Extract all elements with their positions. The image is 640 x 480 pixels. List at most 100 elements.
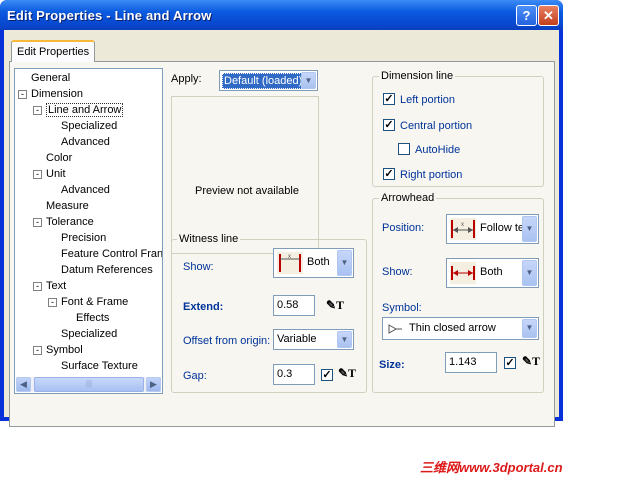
position-value: Follow te	[480, 222, 525, 234]
chevron-down-icon[interactable]: ▼	[522, 260, 537, 286]
tree-item[interactable]: Advanced	[61, 183, 110, 198]
arrowhead-group: Arrowhead Position: x Follow te ▼ Show:	[372, 192, 544, 393]
tree-item-label: Precision	[61, 232, 107, 244]
tree-expander-icon[interactable]: -	[33, 282, 42, 291]
tree-item-label: Advanced	[61, 136, 110, 148]
position-select[interactable]: x Follow te ▼	[446, 214, 539, 244]
tree-expander-icon[interactable]: -	[33, 170, 42, 179]
window-title: Edit Properties - Line and Arrow	[7, 8, 212, 23]
tree-item[interactable]: Unit	[46, 167, 66, 182]
tree-item[interactable]: Symbol	[46, 343, 83, 358]
tree-item[interactable]: Specialized	[61, 327, 117, 342]
watermark: 三维网www.3dportal.cn	[420, 460, 563, 475]
tree-expander-icon[interactable]: -	[33, 218, 42, 227]
tree-expander-icon[interactable]: -	[33, 346, 42, 355]
chevron-down-icon[interactable]: ▼	[337, 250, 352, 276]
chevron-down-icon[interactable]: ▼	[522, 216, 537, 242]
offset-value: Variable	[277, 333, 317, 345]
tree-item[interactable]: Datum References	[61, 263, 153, 278]
tree-item[interactable]: Font & Frame	[61, 295, 128, 310]
apply-label: Apply:	[171, 73, 202, 85]
witness-both-icon: x	[277, 252, 303, 274]
right-portion-checkbox[interactable]: ✓	[383, 168, 395, 180]
dialog-client: Edit Properties General - Dimension - Line a…	[4, 30, 559, 427]
dimension-line-title: Dimension line	[379, 70, 456, 82]
tree-item-label: Dimension	[31, 88, 83, 100]
category-tree[interactable]: General - Dimension - Line and Arrow Speciali…	[14, 68, 163, 394]
tree-item[interactable]: Surface Texture	[61, 359, 138, 374]
left-portion-checkbox[interactable]: ✓	[383, 93, 395, 105]
dimension-line-group: Dimension line ✓ Left portion ✓ Central …	[372, 70, 544, 187]
tree-item-label: Specialized	[61, 328, 118, 340]
tree-item-label: Font & Frame	[61, 296, 129, 308]
tree-item-label: Feature Control Fran	[61, 248, 163, 260]
dialog-window: Edit Properties - Line and Arrow ? ✕ Edi…	[0, 0, 563, 427]
witness-show-value: Both	[307, 256, 330, 268]
arrow-both-icon	[450, 262, 476, 284]
tree-item[interactable]: Feature Control Fran	[61, 247, 163, 262]
gap-input[interactable]: 0.3	[273, 364, 315, 385]
tree-expander-icon[interactable]: -	[48, 298, 57, 307]
tree-item[interactable]: Measure	[46, 199, 89, 214]
autohide-label[interactable]: AutoHide	[415, 144, 460, 156]
tree-item-label: Specialized	[61, 120, 118, 132]
arrow-show-select[interactable]: Both ▼	[446, 258, 539, 288]
central-portion-checkbox[interactable]: ✓	[383, 119, 395, 131]
size-input[interactable]: 1.143	[445, 352, 497, 373]
chevron-down-icon[interactable]: ▼	[301, 72, 316, 89]
symbol-select[interactable]: Thin closed arrow ▼	[382, 317, 539, 340]
tree-item[interactable]: General	[31, 71, 70, 86]
symbol-label: Symbol:	[382, 302, 422, 314]
tree-item[interactable]: Tolerance	[46, 215, 94, 230]
size-label: Size:	[379, 359, 405, 371]
preview-panel: Preview not available	[171, 96, 319, 254]
text-tool-icon[interactable]: ✎T	[522, 354, 540, 369]
extend-label: Extend:	[183, 301, 224, 313]
text-tool-icon[interactable]: ✎T	[326, 298, 344, 313]
scroll-right-icon[interactable]: ▶	[146, 377, 161, 392]
tree-expander-icon[interactable]: -	[33, 106, 42, 115]
witness-show-label: Show:	[183, 261, 214, 273]
help-button[interactable]: ?	[516, 5, 537, 26]
tree-item-label: Line and Arrow	[46, 103, 124, 117]
tree-item[interactable]: Dimension	[31, 87, 83, 102]
witness-line-group: Witness line Show: x Both ▼ Extend: 0.58…	[171, 233, 367, 393]
svg-text:x: x	[288, 254, 291, 260]
text-tool-icon[interactable]: ✎T	[338, 366, 356, 381]
tree-horizontal-scrollbar[interactable]: ◀ ||| ▶	[16, 377, 161, 392]
autohide-checkbox[interactable]	[398, 143, 410, 155]
scroll-left-icon[interactable]: ◀	[16, 377, 31, 392]
tree-expander-icon[interactable]: -	[18, 90, 27, 99]
tree-item[interactable]: Line and Arrow	[46, 103, 124, 118]
tree-item[interactable]: Advanced	[61, 135, 110, 150]
offset-select[interactable]: Variable ▼	[273, 329, 354, 350]
left-portion-label[interactable]: Left portion	[400, 94, 455, 106]
tree-item[interactable]: Effects	[76, 311, 109, 326]
chevron-down-icon[interactable]: ▼	[522, 319, 537, 338]
tree-item-label: Color	[46, 152, 73, 164]
apply-select[interactable]: Default (loaded) ▼	[219, 70, 318, 91]
tab-edit-properties[interactable]: Edit Properties	[11, 40, 95, 62]
tree-item-label: Text	[46, 280, 67, 292]
close-button[interactable]: ✕	[538, 5, 559, 26]
arrow-position-icon: x	[450, 218, 476, 240]
gap-label: Gap:	[183, 370, 207, 382]
witness-show-select[interactable]: x Both ▼	[273, 248, 354, 278]
chevron-down-icon[interactable]: ▼	[337, 331, 352, 348]
tree-item[interactable]: Color	[46, 151, 72, 166]
tree-item[interactable]: Specialized	[61, 119, 117, 134]
scroll-thumb[interactable]: |||	[34, 377, 144, 392]
central-portion-label[interactable]: Central portion	[400, 120, 472, 132]
tree-item-label: Effects	[76, 312, 110, 324]
tree-item[interactable]: Precision	[61, 231, 106, 246]
tree-item[interactable]: Text	[46, 279, 66, 294]
tree-item-label: Symbol	[46, 344, 83, 356]
gap-checkbox[interactable]: ✓	[321, 369, 333, 381]
title-bar[interactable]: Edit Properties - Line and Arrow ? ✕	[0, 0, 563, 30]
right-portion-label[interactable]: Right portion	[400, 169, 462, 181]
size-checkbox[interactable]: ✓	[504, 357, 516, 369]
svg-text:x: x	[461, 222, 464, 228]
witness-line-title: Witness line	[177, 233, 241, 245]
tree-item-label: Unit	[46, 168, 66, 180]
extend-input[interactable]: 0.58	[273, 295, 315, 316]
